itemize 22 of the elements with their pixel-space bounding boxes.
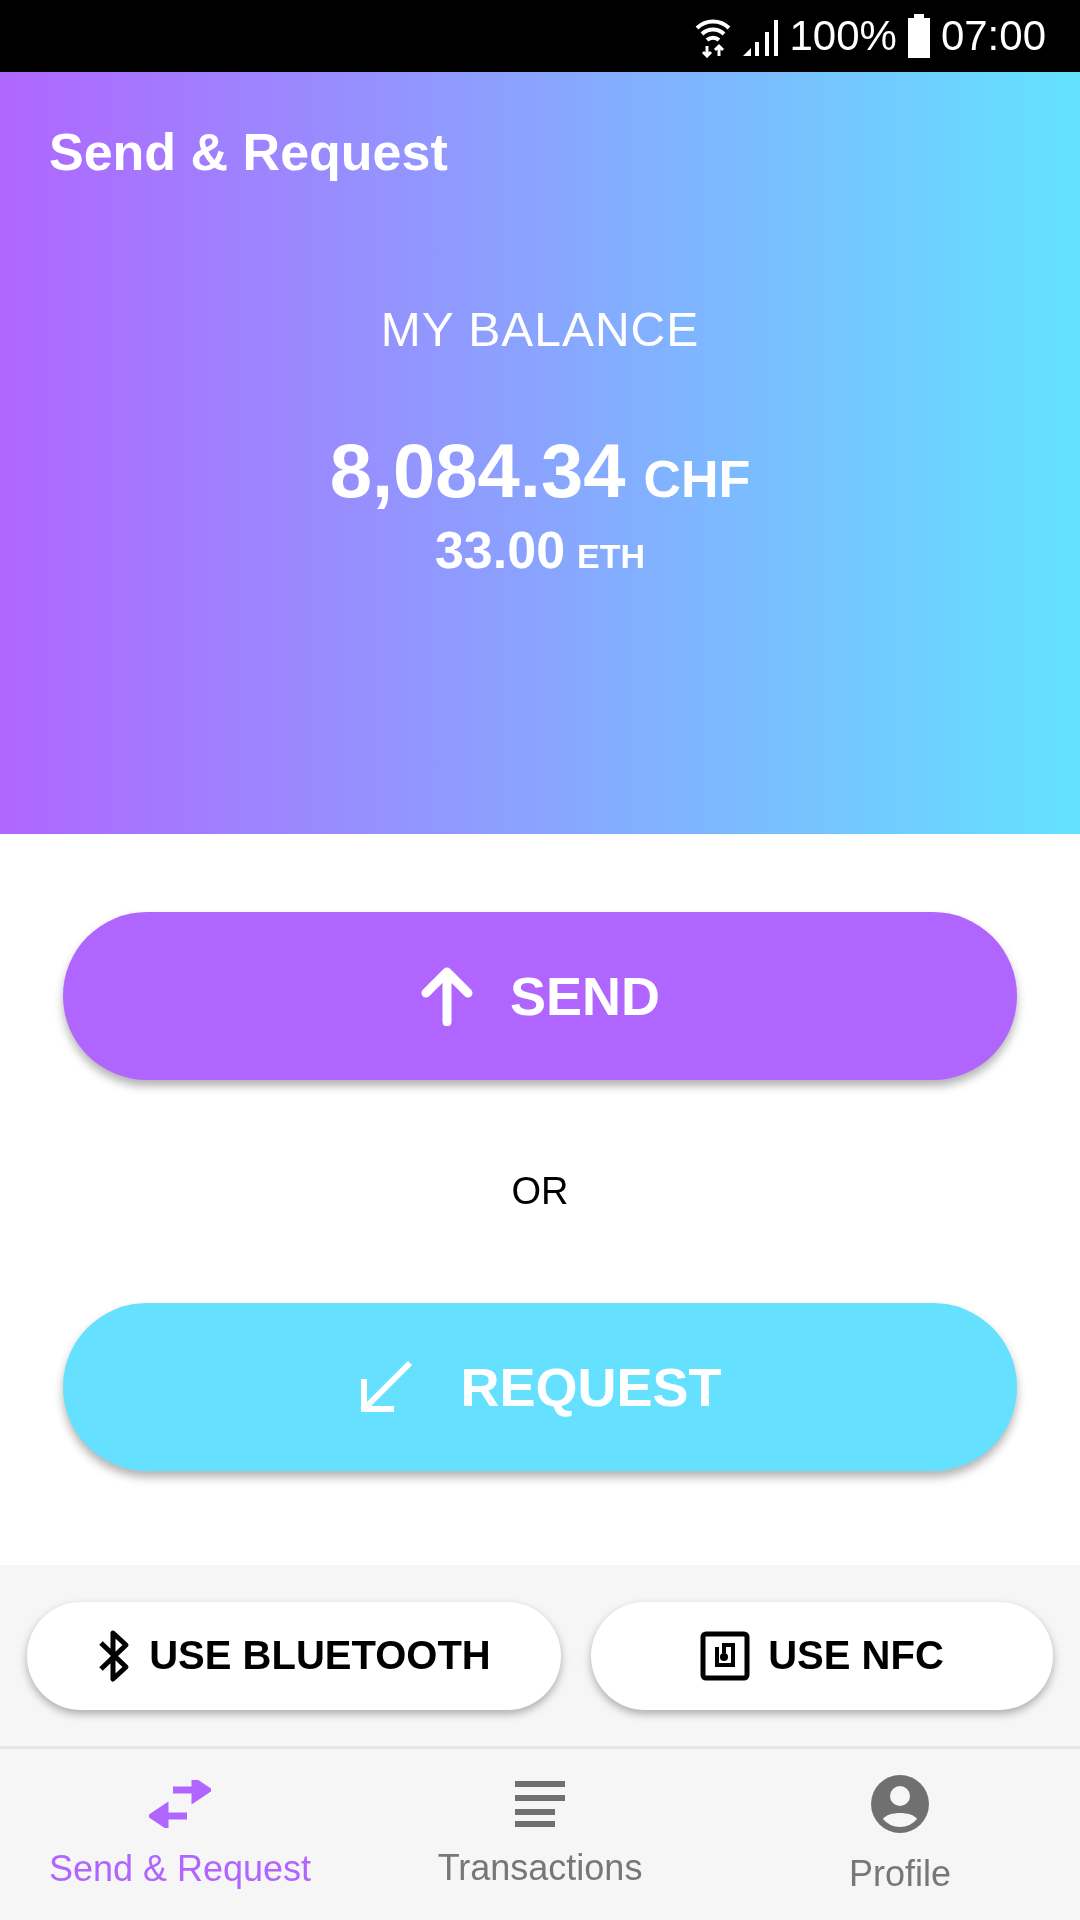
screen-title: Send & Request [49,122,448,182]
secondary-amount: 33.00 [434,520,566,580]
profile-icon [871,1774,929,1833]
currency-label: CHF [643,449,751,509]
swap-arrows-icon [149,1779,211,1828]
battery-percentage: 100% [789,12,897,60]
separator-text: OR [511,1170,569,1213]
list-icon [515,1780,565,1827]
arrow-down-left-icon [358,1359,415,1415]
arrow-up-icon [420,966,474,1026]
nav-tab[interactable]: Send & Request [0,1749,360,1920]
bluetooth-button[interactable]: USE BLUETOOTH [27,1601,561,1710]
nfc-icon [700,1630,751,1681]
nfc-button[interactable]: USE NFC [591,1601,1053,1710]
nav-tab[interactable]: Transactions [360,1749,720,1920]
currency-label: ETH [577,537,646,576]
balance-amount: 8,084.34 [329,427,626,514]
send-button[interactable]: SEND [63,912,1017,1080]
nav-tab[interactable]: Profile [720,1749,1080,1920]
battery-icon [906,14,931,58]
clock: 07:00 [940,12,1046,60]
balance-label: MY BALANCE [380,302,700,357]
